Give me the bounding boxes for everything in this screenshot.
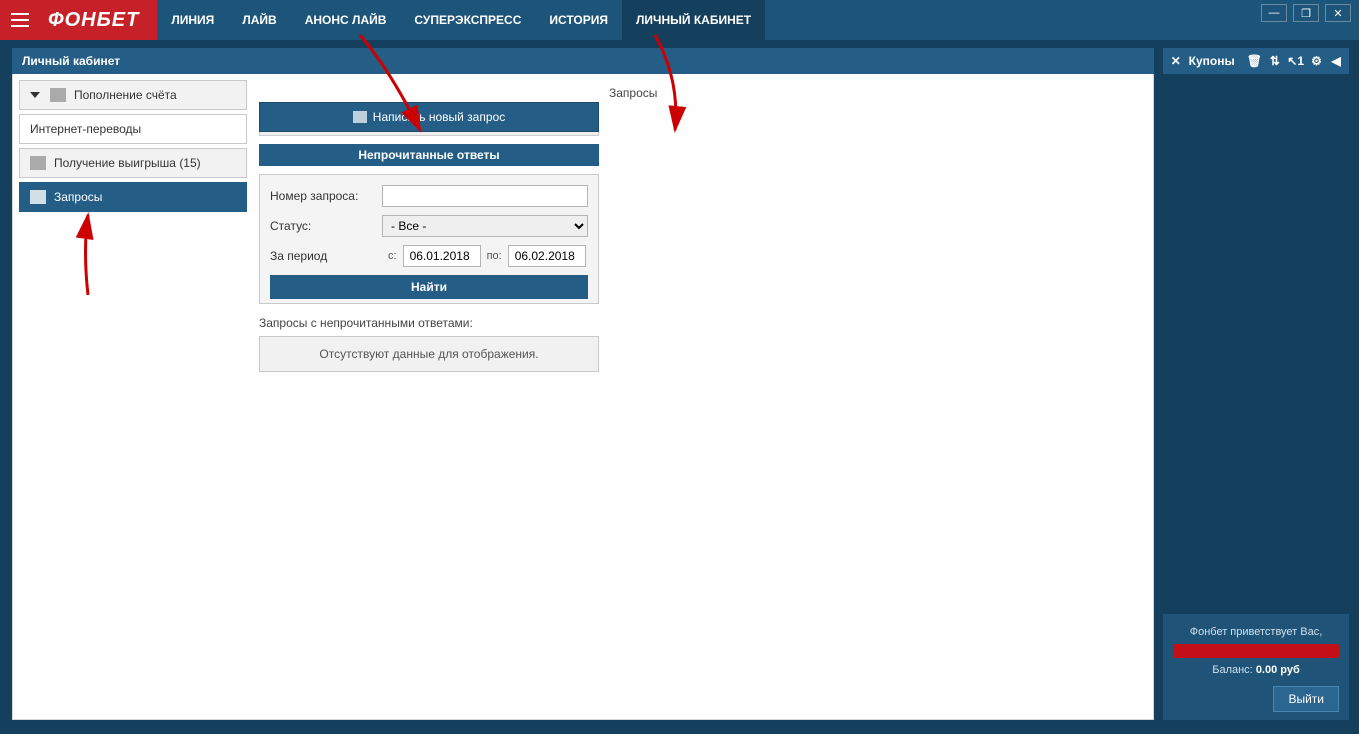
greeting-box: Фонбет приветствует Вас, Баланс: 0.00 ру… (1163, 614, 1349, 720)
filter-form: Номер запроса: Статус: - Все - За период… (259, 174, 599, 304)
coupons-collapse-icon[interactable]: ◀ (1329, 53, 1343, 69)
period-to-input[interactable] (508, 245, 586, 267)
sidebar-item-internet-transfers[interactable]: Интернет-переводы (19, 114, 247, 144)
empty-state: Отсутствуют данные для отображения. (259, 336, 599, 372)
coupons-settings-icon[interactable]: ⚙ (1310, 53, 1324, 69)
nav-item-superexpress[interactable]: СУПЕРЭКСПРЕСС (400, 0, 535, 40)
period-label: За период (270, 249, 382, 263)
button-label: Написать новый запрос (373, 110, 505, 124)
request-number-input[interactable] (382, 185, 588, 207)
logout-button[interactable]: Выйти (1273, 686, 1339, 712)
chevron-down-icon (30, 92, 40, 98)
window-minimize-button[interactable]: — (1261, 4, 1287, 22)
divider (259, 132, 599, 136)
wallet-icon (50, 88, 66, 102)
balance-line: Баланс: 0.00 руб (1173, 664, 1339, 676)
sidebar-item-label: Интернет-переводы (30, 122, 141, 136)
hamburger-menu-button[interactable] (0, 0, 40, 40)
nav-item-cabinet[interactable]: ЛИЧНЫЙ КАБИНЕТ (622, 0, 765, 40)
sidebar-item-requests[interactable]: Запросы (19, 182, 247, 212)
page-title-column: Запросы (599, 80, 1147, 713)
coupons-sort-icon[interactable]: ⇅ (1268, 53, 1282, 69)
coupons-label: Купоны (1189, 54, 1235, 68)
coupons-close-icon[interactable]: ✕ (1169, 53, 1183, 69)
unread-caption: Запросы с непрочитанными ответами: (259, 316, 599, 330)
sidebar-item-label: Получение выигрыша (15) (54, 156, 201, 170)
coupons-trash-icon[interactable]: 🗑 (1247, 53, 1262, 69)
new-request-button[interactable]: Написать новый запрос (259, 102, 599, 132)
status-label: Статус: (270, 219, 382, 233)
sidebar-item-topup[interactable]: Пополнение счёта (19, 80, 247, 110)
nav-item-anons-live[interactable]: АНОНС ЛАЙВ (291, 0, 401, 40)
balance-label: Баланс: (1212, 664, 1253, 676)
right-column: ✕ Купоны 🗑 ⇅ ↖1 ⚙ ◀ Фонбет приветствует … (1163, 48, 1349, 720)
unread-panel-header: Непрочитанные ответы (259, 144, 599, 166)
period-from-input[interactable] (403, 245, 481, 267)
window-close-button[interactable]: ✕ (1325, 4, 1351, 22)
nav-item-line[interactable]: ЛИНИЯ (157, 0, 228, 40)
coupons-bar: ✕ Купоны 🗑 ⇅ ↖1 ⚙ ◀ (1163, 48, 1349, 74)
payout-icon (30, 156, 46, 170)
find-button[interactable]: Найти (270, 275, 588, 299)
nav-item-history[interactable]: ИСТОРИЯ (535, 0, 622, 40)
request-number-label: Номер запроса: (270, 189, 382, 203)
period-to-label: по: (487, 250, 502, 262)
coupons-count-badge: ↖1 (1288, 53, 1304, 69)
page-title: Запросы (609, 86, 1137, 100)
username-redacted (1173, 644, 1339, 658)
section-header: Личный кабинет (12, 48, 1154, 74)
period-from-label: с: (388, 250, 397, 262)
window-maximize-button[interactable]: ❐ (1293, 4, 1319, 22)
status-select[interactable]: - Все - (382, 215, 588, 237)
work-body: Пополнение счёта Интернет-переводы Получ… (12, 74, 1154, 720)
sidebar-item-payout[interactable]: Получение выигрыша (15) (19, 148, 247, 178)
greeting-text: Фонбет приветствует Вас, (1173, 626, 1339, 638)
nav-item-live[interactable]: ЛАЙВ (228, 0, 290, 40)
brand-logo: ФОНБЕТ (40, 0, 157, 40)
main-panel: Написать новый запрос Непрочитанные отве… (253, 74, 1153, 719)
balance-value: 0.00 руб (1256, 664, 1300, 676)
form-column: Написать новый запрос Непрочитанные отве… (259, 80, 599, 713)
window-controls: — ❐ ✕ (1261, 0, 1359, 40)
top-bar: ФОНБЕТ ЛИНИЯ ЛАЙВ АНОНС ЛАЙВ СУПЕРЭКСПРЕ… (0, 0, 1359, 40)
sidebar-item-label: Запросы (54, 190, 102, 204)
workspace: Личный кабинет Пополнение счёта Интернет… (12, 48, 1154, 720)
pen-icon (353, 111, 367, 123)
pen-icon (30, 190, 46, 204)
sidebar-item-label: Пополнение счёта (74, 88, 177, 102)
main-nav: ЛИНИЯ ЛАЙВ АНОНС ЛАЙВ СУПЕРЭКСПРЕСС ИСТО… (157, 0, 765, 40)
cabinet-sidebar: Пополнение счёта Интернет-переводы Получ… (13, 74, 253, 719)
